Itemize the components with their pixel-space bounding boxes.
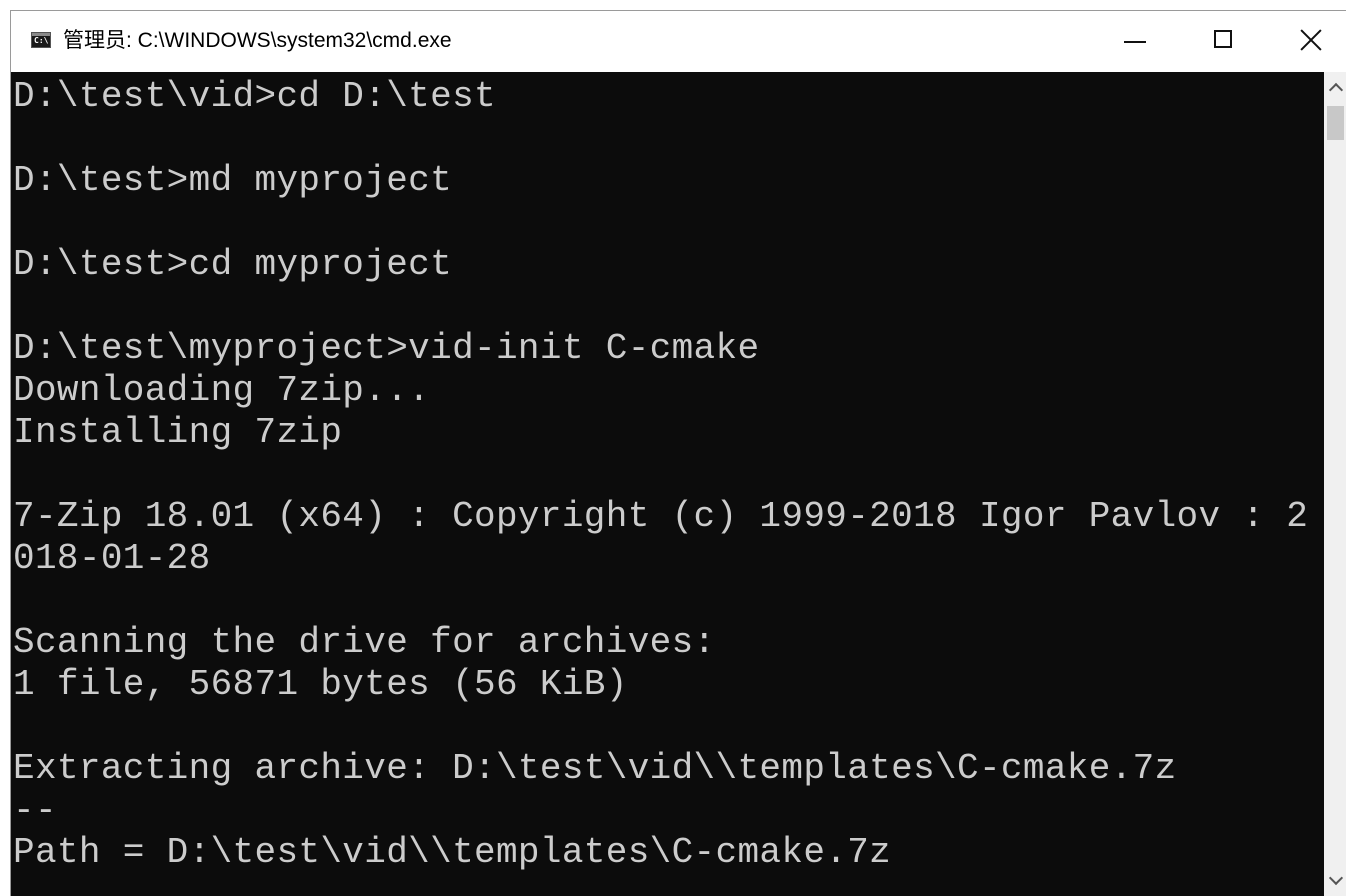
console-line: D:\test\vid>cd D:\test bbox=[13, 76, 496, 117]
cmd-app-icon[interactable]: C:\ bbox=[31, 32, 51, 48]
console-line: Path = D:\test\vid\\templates\C-cmake.7z bbox=[13, 832, 892, 873]
chevron-down-icon bbox=[1328, 870, 1344, 886]
console-line: Scanning the drive for archives: bbox=[13, 622, 716, 663]
console-line: 1 file, 56871 bytes (56 KiB) bbox=[13, 664, 628, 705]
scroll-up-button[interactable] bbox=[1324, 72, 1346, 102]
chevron-up-icon bbox=[1328, 82, 1344, 98]
cmd-window: C:\ 管理员: C:\WINDOWS\system32\cmd.exe D:\… bbox=[10, 10, 1346, 896]
console-line: D:\test\myproject>vid-init C-cmake bbox=[13, 328, 760, 369]
console-line: 018-01-28 bbox=[13, 538, 211, 579]
console-line: D:\test>md myproject bbox=[13, 160, 453, 201]
maximize-button[interactable] bbox=[1177, 11, 1269, 72]
console-line: -- bbox=[13, 790, 57, 831]
console-line: D:\test>cd myproject bbox=[13, 244, 453, 285]
console-line: Installing 7zip bbox=[13, 412, 343, 453]
console-output[interactable]: D:\test\vid>cd D:\test D:\test>md myproje… bbox=[11, 72, 1324, 896]
console-line: 7-Zip 18.01 (x64) : Copyright (c) 1999-2… bbox=[13, 496, 1309, 537]
minimize-button[interactable] bbox=[1088, 11, 1180, 72]
app-icon-text: C:\ bbox=[34, 36, 49, 45]
scroll-down-button[interactable] bbox=[1324, 867, 1346, 896]
console-line: Downloading 7zip... bbox=[13, 370, 431, 411]
vertical-scrollbar[interactable] bbox=[1324, 72, 1346, 896]
window-title: 管理员: C:\WINDOWS\system32\cmd.exe bbox=[63, 29, 452, 52]
close-button[interactable] bbox=[1266, 11, 1346, 72]
minimize-icon bbox=[1124, 41, 1146, 43]
scroll-thumb[interactable] bbox=[1327, 106, 1344, 140]
title-bar[interactable]: C:\ 管理员: C:\WINDOWS\system32\cmd.exe bbox=[11, 11, 1346, 72]
maximize-icon bbox=[1214, 30, 1232, 48]
close-icon bbox=[1299, 28, 1323, 52]
console-line: Extracting archive: D:\test\vid\\templat… bbox=[13, 748, 1177, 789]
